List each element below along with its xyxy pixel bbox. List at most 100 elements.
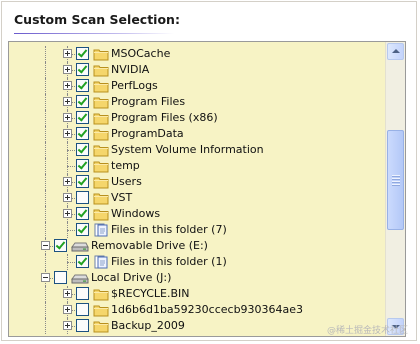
tree-item-label: Program Files [111, 95, 186, 108]
tree-item[interactable]: temp [9, 158, 385, 174]
expand-icon[interactable] [63, 289, 72, 298]
tree-guide-line [45, 46, 46, 62]
tree-item[interactable]: System Volume Information [9, 142, 385, 158]
grip-line [392, 175, 400, 176]
item-checkbox[interactable] [76, 303, 89, 316]
expand-icon[interactable] [63, 113, 72, 122]
folder-icon [93, 319, 109, 333]
tree-item-label: System Volume Information [111, 143, 264, 156]
tree-guide-line [45, 222, 46, 238]
tree-item-label: Users [111, 175, 142, 188]
tree-guide-line [45, 190, 46, 206]
tree-item-label: Removable Drive (E:) [91, 239, 208, 252]
folder-icon [93, 287, 109, 301]
tree-item[interactable]: Users [9, 174, 385, 190]
tree-item[interactable]: Files in this folder (7) [9, 222, 385, 238]
item-checkbox[interactable] [76, 255, 89, 268]
item-checkbox[interactable] [76, 287, 89, 300]
tree-item[interactable]: Local Drive (J:) [9, 270, 385, 286]
folder-icon [93, 47, 109, 61]
tree-item-label: Windows [111, 207, 161, 220]
expand-icon[interactable] [63, 97, 72, 106]
item-checkbox[interactable] [54, 239, 67, 252]
tree-item[interactable]: PerfLogs [9, 78, 385, 94]
folder-icon [93, 63, 109, 77]
folder-icon [93, 111, 109, 125]
expand-icon[interactable] [63, 65, 72, 74]
tree-item[interactable]: 1d6b6d1ba59230ccecb930364ae3 [9, 302, 385, 318]
expand-icon[interactable] [63, 193, 72, 202]
tree-item[interactable]: VST [9, 190, 385, 206]
grip-line [392, 178, 400, 179]
item-checkbox[interactable] [76, 63, 89, 76]
item-checkbox[interactable] [76, 175, 89, 188]
tree-item[interactable]: Removable Drive (E:) [9, 238, 385, 254]
folder-icon [93, 191, 109, 205]
tree-guide-line [45, 318, 46, 334]
tree-item[interactable]: ProgramData [9, 126, 385, 142]
expand-icon[interactable] [63, 49, 72, 58]
grip-line [392, 181, 400, 182]
tree-item-label: ProgramData [111, 127, 184, 140]
tree-item-label: temp [111, 159, 140, 172]
tree-item[interactable]: NVIDIA [9, 62, 385, 78]
tree-item[interactable]: MSOCache [9, 46, 385, 62]
tree-guide-line [45, 110, 46, 126]
folder-icon [93, 303, 109, 317]
expand-icon[interactable] [63, 321, 72, 330]
page-title: Custom Scan Selection: [14, 12, 180, 27]
expand-icon[interactable] [63, 305, 72, 314]
tree-item-label: Backup_2009 [111, 319, 185, 332]
collapse-icon[interactable] [41, 273, 50, 282]
expand-icon[interactable] [63, 81, 72, 90]
item-checkbox[interactable] [76, 79, 89, 92]
grip-line [392, 184, 400, 185]
expand-icon[interactable] [63, 209, 72, 218]
tree-item[interactable]: Program Files [9, 94, 385, 110]
tree-item-label: PerfLogs [111, 79, 158, 92]
item-checkbox[interactable] [76, 159, 89, 172]
item-checkbox[interactable] [76, 319, 89, 332]
folder-tree-panel: MSOCache NVIDIA PerfLogs Program Files Progr… [8, 41, 406, 337]
tree-item-label: $RECYCLE.BIN [111, 287, 190, 300]
tree-guide-line [45, 286, 46, 302]
watermark: @稀土掘金技术社区 [326, 326, 408, 336]
tree-item-label: Files in this folder (7) [111, 223, 227, 236]
tree-item[interactable]: Windows [9, 206, 385, 222]
tree-guide-line [45, 126, 46, 142]
tree-guide-line [45, 302, 46, 318]
item-checkbox[interactable] [54, 271, 67, 284]
tree-item[interactable]: $RECYCLE.BIN [9, 286, 385, 302]
scroll-up-button[interactable] [387, 43, 404, 60]
item-checkbox[interactable] [76, 191, 89, 204]
collapse-icon[interactable] [41, 241, 50, 250]
folder-icon [93, 95, 109, 109]
vertical-scrollbar[interactable] [385, 42, 405, 336]
item-checkbox[interactable] [76, 127, 89, 140]
tree-item-label: VST [111, 191, 133, 204]
item-checkbox[interactable] [76, 207, 89, 220]
item-checkbox[interactable] [76, 143, 89, 156]
files-icon [93, 223, 109, 237]
item-checkbox[interactable] [76, 47, 89, 60]
tree-guide-line [45, 158, 46, 174]
tree-item[interactable]: Program Files (x86) [9, 110, 385, 126]
tree-item-label: NVIDIA [111, 63, 150, 76]
item-checkbox[interactable] [76, 95, 89, 108]
tree-item[interactable]: Files in this folder (1) [9, 254, 385, 270]
folder-icon [93, 143, 109, 157]
tree-item-label: Program Files (x86) [111, 111, 218, 124]
folder-icon [93, 79, 109, 93]
item-checkbox[interactable] [76, 223, 89, 236]
tree-item-label: Files in this folder (1) [111, 255, 227, 268]
tree-item-label: Local Drive (J:) [91, 271, 172, 284]
scroll-thumb[interactable] [387, 130, 404, 230]
tree-guide-line [45, 206, 46, 222]
folder-icon [93, 175, 109, 189]
tree-guide-line [45, 174, 46, 190]
expand-icon[interactable] [63, 177, 72, 186]
tree-guide-line [45, 142, 46, 158]
expand-icon[interactable] [63, 129, 72, 138]
drive-icon [71, 239, 89, 253]
item-checkbox[interactable] [76, 111, 89, 124]
